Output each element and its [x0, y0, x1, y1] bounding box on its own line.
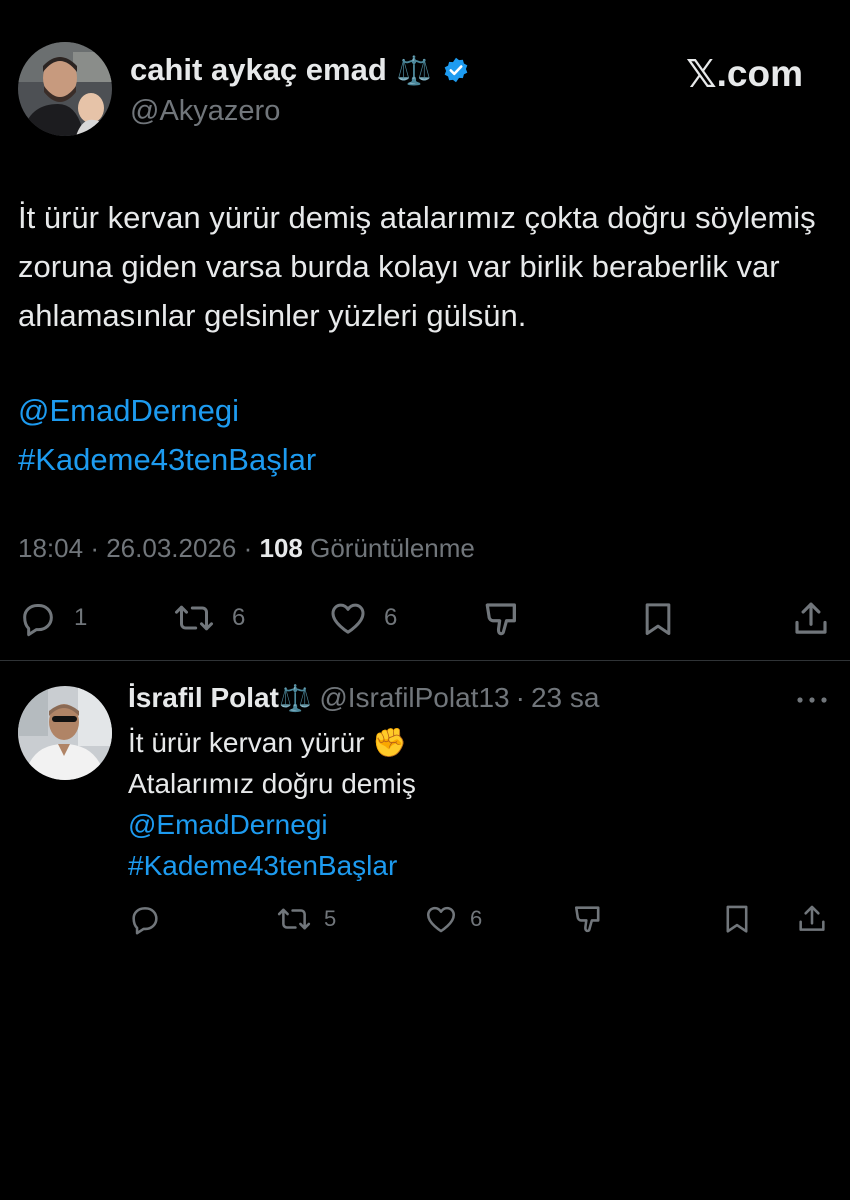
reply-icon	[128, 902, 162, 936]
reply-line: Atalarımız doğru demiş	[128, 768, 416, 799]
reply-avatar[interactable]	[18, 686, 112, 780]
retweet-icon	[172, 598, 216, 638]
retweet-count: 5	[324, 906, 337, 931]
share-icon	[790, 598, 832, 640]
reply-share-button[interactable]	[794, 902, 830, 936]
bookmark-icon	[638, 598, 678, 640]
reply-display-name[interactable]: İsrafil Polat	[128, 682, 279, 714]
x-logo: 𝕏 .com	[686, 52, 803, 96]
balance-scale-emoji: ⚖️	[396, 54, 432, 86]
reply-dislike-button[interactable]	[572, 902, 606, 936]
reply-text: İt ürür kervan yürür ✊ Atalarımız doğru …	[128, 722, 416, 886]
mention-link[interactable]: @EmadDernegi	[18, 386, 239, 435]
retweet-icon	[276, 902, 312, 936]
reply-bookmark-button[interactable]	[720, 902, 754, 936]
reply-like-button[interactable]: 6	[424, 902, 482, 936]
display-name[interactable]: cahit aykaç emad	[130, 52, 387, 88]
heart-icon	[424, 902, 458, 936]
views-label: Görüntülenme	[310, 533, 475, 563]
separator: ·	[90, 533, 99, 563]
more-options-button[interactable]	[792, 685, 832, 715]
verified-badge-icon	[442, 56, 470, 84]
reply-icon	[18, 598, 58, 638]
bookmark-button[interactable]	[638, 598, 678, 640]
reply-count: 1	[74, 604, 88, 631]
retweet-button[interactable]: 6	[172, 598, 245, 638]
thumbs-down-icon	[572, 902, 606, 936]
reply-age[interactable]: 23 sa	[531, 682, 600, 714]
reply-handle[interactable]: @IsrafilPolat13	[319, 682, 509, 714]
separator: ·	[243, 533, 253, 563]
bookmark-icon	[720, 902, 754, 936]
tweet-time[interactable]: 18:04	[18, 533, 83, 563]
like-count: 6	[470, 906, 483, 931]
handle[interactable]: @Akyazero	[130, 95, 280, 128]
divider	[0, 660, 850, 661]
tweet-text: İt ürür kervan yürür demiş atalarımız ço…	[18, 200, 816, 333]
reply-line: İt ürür kervan yürür ✊	[128, 727, 408, 758]
balance-scale-emoji: ⚖️	[278, 682, 312, 713]
x-logo-icon: 𝕏	[686, 52, 717, 96]
tweet-meta: 18:04 · 26.03.2026 · 108 Görüntülenme	[18, 533, 475, 564]
separator: ·	[515, 682, 525, 713]
retweet-count: 6	[232, 604, 246, 631]
more-icon	[792, 685, 832, 715]
reply-retweet-button[interactable]: 5	[276, 902, 336, 936]
hashtag-link[interactable]: #Kademe43tenBaşlar	[18, 435, 316, 484]
like-button[interactable]: 6	[328, 598, 397, 638]
dislike-button[interactable]	[482, 598, 524, 640]
share-button[interactable]	[790, 598, 832, 640]
brand-domain: .com	[716, 53, 803, 94]
heart-icon	[328, 598, 368, 638]
views-count: 108	[259, 533, 303, 563]
reply-reply-button[interactable]	[128, 902, 162, 936]
share-icon	[794, 902, 830, 936]
hashtag-link[interactable]: #Kademe43tenBaşlar	[128, 845, 416, 886]
avatar[interactable]	[18, 42, 112, 136]
thumbs-down-icon	[482, 598, 524, 640]
like-count: 6	[384, 604, 398, 631]
mention-link[interactable]: @EmadDernegi	[128, 804, 416, 845]
reply-button[interactable]: 1	[18, 598, 87, 638]
tweet-date[interactable]: 26.03.2026	[106, 533, 236, 563]
